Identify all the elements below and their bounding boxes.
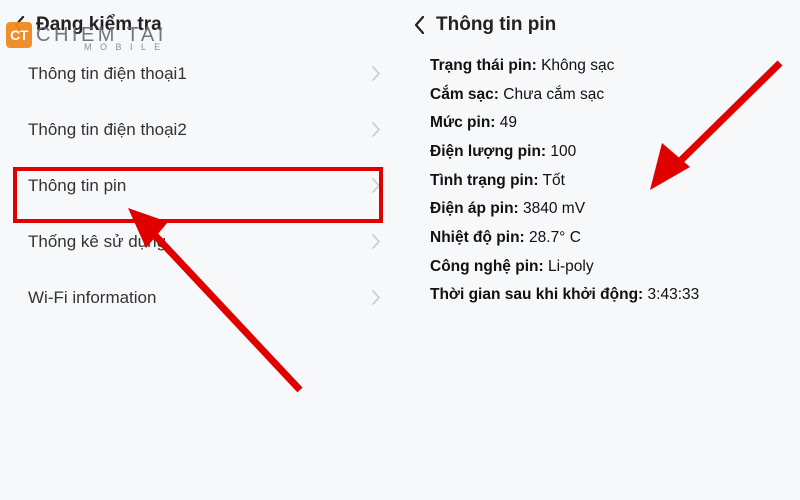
chevron-right-icon [372, 122, 382, 138]
settings-list: Thông tin điện thoại1 Thông tin điện tho… [0, 46, 400, 326]
field-temperature: Nhiệt độ pin: 28.7° C [430, 224, 800, 253]
field-charger: Cắm sạc: Chưa cắm sạc [430, 81, 800, 110]
field-voltage: Điện áp pin: 3840 mV [430, 195, 800, 224]
back-icon[interactable] [12, 14, 26, 36]
chevron-right-icon [372, 290, 382, 306]
row-label: Wi-Fi information [28, 288, 156, 308]
field-health: Tình trạng pin: Tốt [430, 167, 800, 196]
row-wifi-info[interactable]: Wi-Fi information [0, 270, 400, 326]
row-phone-info-1[interactable]: Thông tin điện thoại1 [0, 46, 400, 102]
row-label: Thông tin điện thoại1 [28, 64, 187, 84]
row-battery-info[interactable]: Thông tin pin [0, 158, 400, 214]
pane-battery-info: Thông tin pin Trạng thái pin: Không sạc … [400, 0, 800, 500]
header-title: Thông tin pin [436, 14, 556, 36]
row-label: Thống kê sử dụng [28, 232, 166, 252]
battery-details: Trạng thái pin: Không sạc Cắm sạc: Chưa … [400, 46, 800, 310]
field-uptime: Thời gian sau khi khởi động: 3:43:33 [430, 281, 800, 310]
watermark-sub: M O B I L E [84, 42, 163, 52]
row-label: Thông tin pin [28, 176, 126, 196]
field-level: Mức pin: 49 [430, 109, 800, 138]
header-title: Đang kiểm tra [36, 14, 162, 36]
chevron-right-icon [372, 234, 382, 250]
chevron-right-icon [372, 178, 382, 194]
back-icon[interactable] [412, 14, 426, 36]
chevron-right-icon [372, 66, 382, 82]
pane-checking: Đang kiểm tra Thông tin điện thoại1 Thôn… [0, 0, 400, 500]
row-usage-stats[interactable]: Thống kê sử dụng [0, 214, 400, 270]
field-technology: Công nghệ pin: Li-poly [430, 253, 800, 282]
row-label: Thông tin điện thoại2 [28, 120, 187, 140]
row-phone-info-2[interactable]: Thông tin điện thoại2 [0, 102, 400, 158]
field-capacity: Điện lượng pin: 100 [430, 138, 800, 167]
header-checking: Đang kiểm tra [0, 0, 400, 46]
field-battery-status: Trạng thái pin: Không sạc [430, 52, 800, 81]
header-battery: Thông tin pin [400, 0, 800, 46]
